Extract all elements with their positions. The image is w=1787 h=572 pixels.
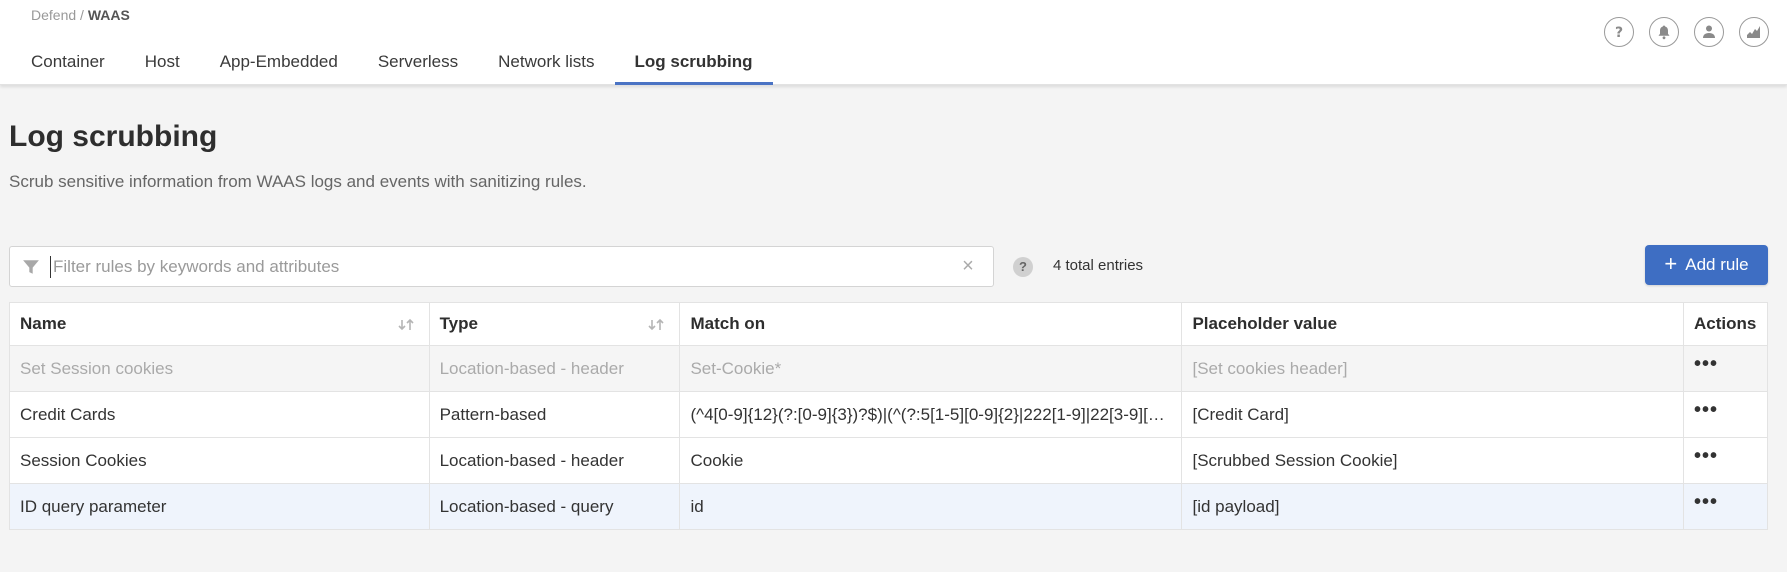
notifications-button[interactable] — [1649, 17, 1679, 47]
cell-match-on: Cookie — [679, 437, 1183, 484]
help-icon: ? — [1615, 25, 1623, 40]
tab-app-embedded[interactable]: App-Embedded — [200, 44, 358, 85]
profile-button[interactable] — [1694, 17, 1724, 47]
cell-placeholder-value: [Credit Card] — [1181, 391, 1684, 438]
cell-name: Session Cookies — [9, 437, 430, 484]
more-actions-icon[interactable]: ••• — [1694, 491, 1718, 513]
top-bar: Defend / WAAS Container Host App-Embedde… — [0, 0, 1787, 85]
filter-help-icon[interactable]: ? — [1013, 257, 1033, 277]
add-rule-button[interactable]: + Add rule — [1645, 245, 1768, 285]
column-header-type[interactable]: Type — [428, 302, 681, 346]
cell-match-on: (^4[0-9]{12}(?:[0-9]{3})?$)|(^(?:5[1-5][… — [679, 391, 1183, 438]
cell-actions: ••• — [1682, 345, 1769, 392]
table-row[interactable]: Credit Cards Pattern-based (^4[0-9]{12}(… — [9, 391, 1769, 438]
tab-host[interactable]: Host — [125, 44, 200, 85]
filter-input[interactable] — [50, 255, 953, 278]
bell-icon — [1658, 25, 1670, 40]
cell-name: Set Session cookies — [9, 345, 430, 392]
breadcrumb: Defend / WAAS — [31, 7, 130, 23]
total-entries-count: 4 total entries — [1053, 257, 1144, 274]
filter-icon — [23, 259, 39, 274]
column-header-name-label: Name — [20, 314, 67, 333]
breadcrumb-current: WAAS — [87, 7, 130, 23]
table-header-row: Name Type Match on Placeholder value Act… — [9, 302, 1769, 346]
cell-name: ID query parameter — [9, 483, 430, 530]
breadcrumb-separator: / — [76, 7, 88, 23]
cell-name: Credit Cards — [9, 391, 430, 438]
cell-type: Location-based - header — [428, 345, 681, 392]
more-actions-icon[interactable]: ••• — [1694, 353, 1718, 375]
tab-container[interactable]: Container — [11, 44, 125, 85]
cell-match-on: Set-Cookie* — [679, 345, 1183, 392]
table-row[interactable]: Session Cookies Location-based - header … — [9, 437, 1769, 484]
cell-actions: ••• — [1682, 437, 1769, 484]
rules-table: Name Type Match on Placeholder value Act… — [9, 302, 1769, 530]
svg-text:?: ? — [1615, 25, 1623, 40]
column-header-actions: Actions — [1682, 302, 1769, 346]
more-actions-icon[interactable]: ••• — [1694, 445, 1718, 467]
tab-bar: Container Host App-Embedded Serverless N… — [11, 44, 773, 85]
column-header-type-label: Type — [439, 314, 478, 333]
cell-type: Location-based - query — [428, 483, 681, 530]
filter-bar: × — [9, 246, 994, 287]
breadcrumb-parent[interactable]: Defend — [31, 7, 76, 23]
add-rule-label: Add rule — [1685, 255, 1749, 274]
cell-type: Pattern-based — [428, 391, 681, 438]
page-subtitle: Scrub sensitive information from WAAS lo… — [9, 172, 587, 191]
user-icon — [1703, 25, 1715, 38]
cell-placeholder-value: [Set cookies header] — [1181, 345, 1684, 392]
cell-match-on: id — [679, 483, 1183, 530]
cell-placeholder-value: [id payload] — [1181, 483, 1684, 530]
plus-icon: + — [1664, 251, 1678, 276]
cell-type: Location-based - header — [428, 437, 681, 484]
sort-icon[interactable] — [645, 317, 669, 333]
analytics-button[interactable] — [1739, 17, 1769, 47]
tab-serverless[interactable]: Serverless — [358, 44, 478, 85]
cell-actions: ••• — [1682, 391, 1769, 438]
tab-network-lists[interactable]: Network lists — [478, 44, 614, 85]
column-header-placeholder-value: Placeholder value — [1181, 302, 1684, 346]
more-actions-icon[interactable]: ••• — [1694, 399, 1718, 421]
help-button[interactable]: ? — [1604, 17, 1634, 47]
sort-icon[interactable] — [395, 317, 419, 333]
tab-log-scrubbing[interactable]: Log scrubbing — [614, 44, 773, 85]
cell-placeholder-value: [Scrubbed Session Cookie] — [1181, 437, 1684, 484]
chart-icon — [1747, 26, 1760, 38]
page-title: Log scrubbing — [9, 120, 218, 153]
header-icons: ? — [1604, 17, 1769, 47]
column-header-name[interactable]: Name — [9, 302, 430, 346]
cell-actions: ••• — [1682, 483, 1769, 530]
column-header-match-on: Match on — [679, 302, 1183, 346]
table-row[interactable]: Set Session cookies Location-based - hea… — [9, 345, 1769, 392]
table-row[interactable]: ID query parameter Location-based - quer… — [9, 483, 1769, 530]
clear-filter-icon[interactable]: × — [953, 252, 983, 282]
